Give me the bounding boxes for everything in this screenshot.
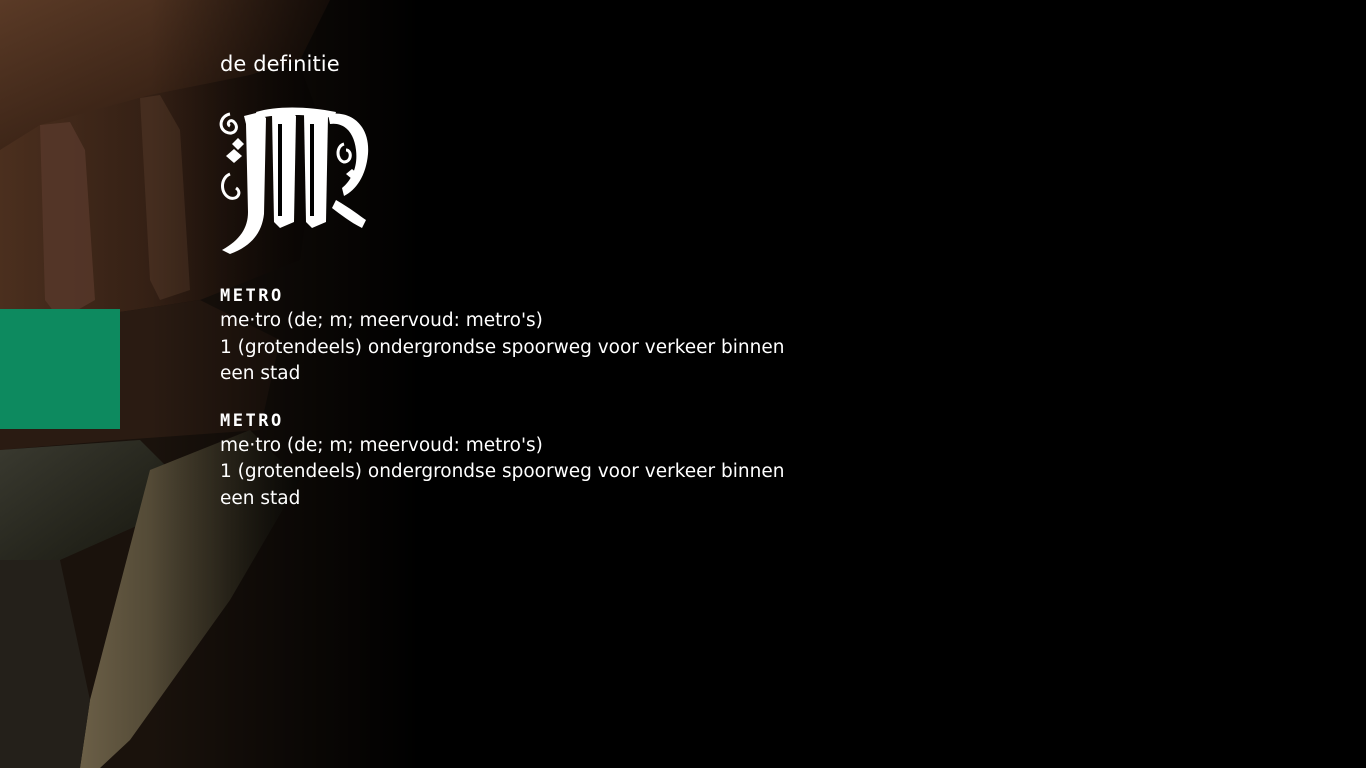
page-title: de definitie	[220, 52, 340, 76]
entry-headword: METRO	[220, 410, 284, 431]
entry-definition: 1 (grotendeels) ondergrondse spoorweg vo…	[220, 461, 785, 509]
entry-pronunciation: me·tro (de; m; meervoud: metro's)	[220, 434, 543, 456]
definition-entry: METRO me·tro (de; m; meervoud: metro's) …	[220, 284, 840, 388]
entry-pronunciation: me·tro (de; m; meervoud: metro's)	[220, 310, 543, 331]
entry-headword: METRO	[220, 286, 284, 306]
blackletter-m-icon	[219, 107, 369, 254]
definition-list: METRO me·tro (de; m; meervoud: metro's) …	[220, 284, 840, 533]
accent-tile[interactable]	[0, 309, 120, 429]
app-window: de definitie METRO me·tro (de; m; meervo…	[0, 0, 1366, 768]
entry-definition: 1 (grotendeels) ondergrondse spoorweg vo…	[220, 336, 785, 385]
definition-entry: METRO me·tro (de; m; meervoud: metro's) …	[220, 409, 840, 513]
